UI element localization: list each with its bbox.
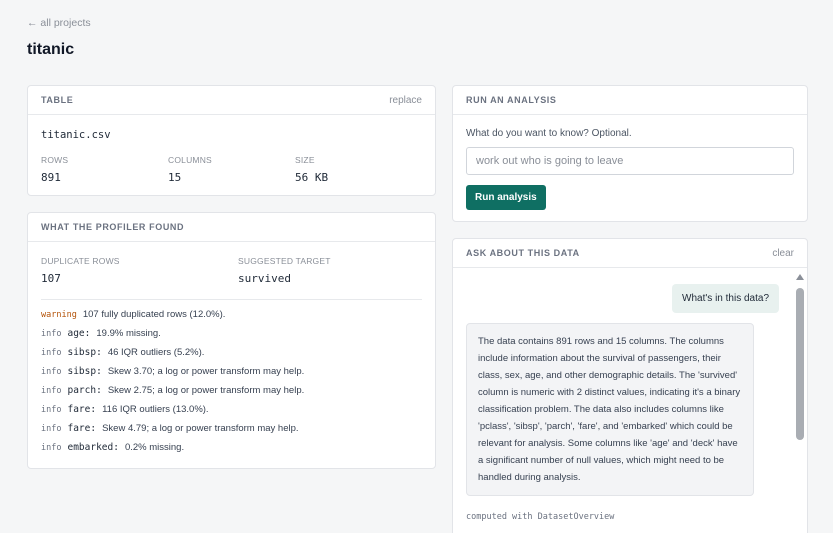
finding-item: info parch: Skew 2.75; a log or power tr…	[41, 385, 422, 404]
scroll-up-arrow-icon[interactable]	[796, 274, 804, 280]
question-input[interactable]	[466, 147, 794, 175]
finding-column: parch:	[67, 385, 102, 396]
finding-level: info	[41, 424, 62, 434]
page-title: titanic	[27, 41, 75, 58]
profiler-card: WHAT THE PROFILER FOUND DUPLICATE ROWS 1…	[27, 212, 436, 469]
finding-text: Skew 3.70; a log or power transform may …	[107, 366, 305, 377]
finding-item: warning 107 fully duplicated rows (12.0%…	[41, 309, 422, 328]
profiler-stats: DUPLICATE ROWS 107 SUGGESTED TARGET surv…	[41, 256, 422, 285]
assistant-message: The data contains 891 rows and 15 column…	[466, 323, 754, 496]
chat-card-title: ASK ABOUT THIS DATA	[466, 248, 580, 258]
analysis-card-title: RUN AN ANALYSIS	[466, 95, 557, 105]
profiler-card-title: WHAT THE PROFILER FOUND	[41, 222, 185, 232]
profiler-card-header: WHAT THE PROFILER FOUND	[28, 213, 435, 242]
finding-text: Skew 2.75; a log or power transform may …	[107, 385, 305, 396]
chat-card: ASK ABOUT THIS DATA clear What's in this…	[452, 238, 808, 533]
finding-text: 19.9% missing.	[96, 328, 161, 339]
finding-text: 107 fully duplicated rows (12.0%).	[82, 309, 226, 320]
stat-rows: ROWS 891	[41, 155, 168, 184]
finding-column: fare:	[67, 423, 97, 434]
finding-text: 46 IQR outliers (5.2%).	[107, 347, 205, 358]
question-label: What do you want to know? Optional.	[466, 128, 632, 139]
finding-level: info	[41, 443, 62, 453]
finding-item: info sibsp: 46 IQR outliers (5.2%).	[41, 347, 422, 366]
table-filename: titanic.csv	[41, 129, 111, 141]
table-card-title: TABLE	[41, 95, 74, 105]
duplicate-rows-stat: DUPLICATE ROWS 107	[41, 256, 238, 285]
finding-item: info embarked: 0.2% missing.	[41, 442, 422, 461]
finding-column: age:	[67, 328, 91, 339]
findings-list: warning 107 fully duplicated rows (12.0%…	[41, 309, 422, 461]
stat-rows-label: ROWS	[41, 155, 69, 165]
finding-column: embarked:	[67, 442, 119, 453]
finding-column: sibsp:	[67, 366, 102, 377]
replace-table-link[interactable]: replace	[389, 95, 422, 106]
finding-level: info	[41, 329, 62, 339]
scroll-thumb[interactable]	[796, 288, 804, 440]
finding-level: info	[41, 367, 62, 377]
table-stats: ROWS 891 COLUMNS 15 SIZE 56 KB	[41, 155, 422, 184]
finding-text: Skew 4.79; a log or power transform may …	[102, 423, 299, 434]
finding-item: info sibsp: Skew 3.70; a log or power tr…	[41, 366, 422, 385]
stat-columns-label: COLUMNS	[168, 155, 212, 165]
clear-chat-link[interactable]: clear	[772, 248, 794, 259]
analysis-card: RUN AN ANALYSIS What do you want to know…	[452, 85, 808, 222]
finding-item: info age: 19.9% missing.	[41, 328, 422, 347]
stat-columns: COLUMNS 15	[168, 155, 295, 184]
stat-size: SIZE 56 KB	[295, 155, 422, 184]
back-to-projects-link[interactable]: ← all projects	[27, 17, 91, 29]
chat-card-header: ASK ABOUT THIS DATA clear	[453, 239, 807, 268]
stat-columns-value: 15	[168, 171, 182, 184]
profiler-divider	[41, 299, 422, 300]
chat-scrollbar[interactable]	[795, 274, 805, 533]
computed-note: computed with DatasetOverview	[466, 512, 615, 522]
user-message: What's in this data?	[672, 284, 779, 313]
table-card-header: TABLE replace	[28, 86, 435, 115]
finding-item: info fare: Skew 4.79; a log or power tra…	[41, 423, 422, 442]
stat-size-value: 56 KB	[295, 171, 329, 184]
suggested-target-label: SUGGESTED TARGET	[238, 256, 331, 266]
finding-level: info	[41, 348, 62, 358]
analysis-card-header: RUN AN ANALYSIS	[453, 86, 807, 115]
finding-text: 116 IQR outliers (13.0%).	[102, 404, 209, 415]
finding-text: 0.2% missing.	[124, 442, 185, 453]
duplicate-rows-label: DUPLICATE ROWS	[41, 256, 120, 266]
finding-level: info	[41, 405, 62, 415]
stat-rows-value: 891	[41, 171, 61, 184]
table-card: TABLE replace titanic.csv ROWS 891 COLUM…	[27, 85, 436, 196]
finding-column: fare:	[67, 404, 97, 415]
finding-item: info fare: 116 IQR outliers (13.0%).	[41, 404, 422, 423]
finding-level: warning	[41, 310, 77, 320]
finding-column: sibsp:	[67, 347, 102, 358]
finding-level: info	[41, 386, 62, 396]
suggested-target-value: survived	[238, 272, 291, 285]
duplicate-rows-value: 107	[41, 272, 61, 285]
run-analysis-button[interactable]: Run analysis	[466, 185, 546, 210]
suggested-target-stat: SUGGESTED TARGET survived	[238, 256, 331, 285]
stat-size-label: SIZE	[295, 155, 315, 165]
